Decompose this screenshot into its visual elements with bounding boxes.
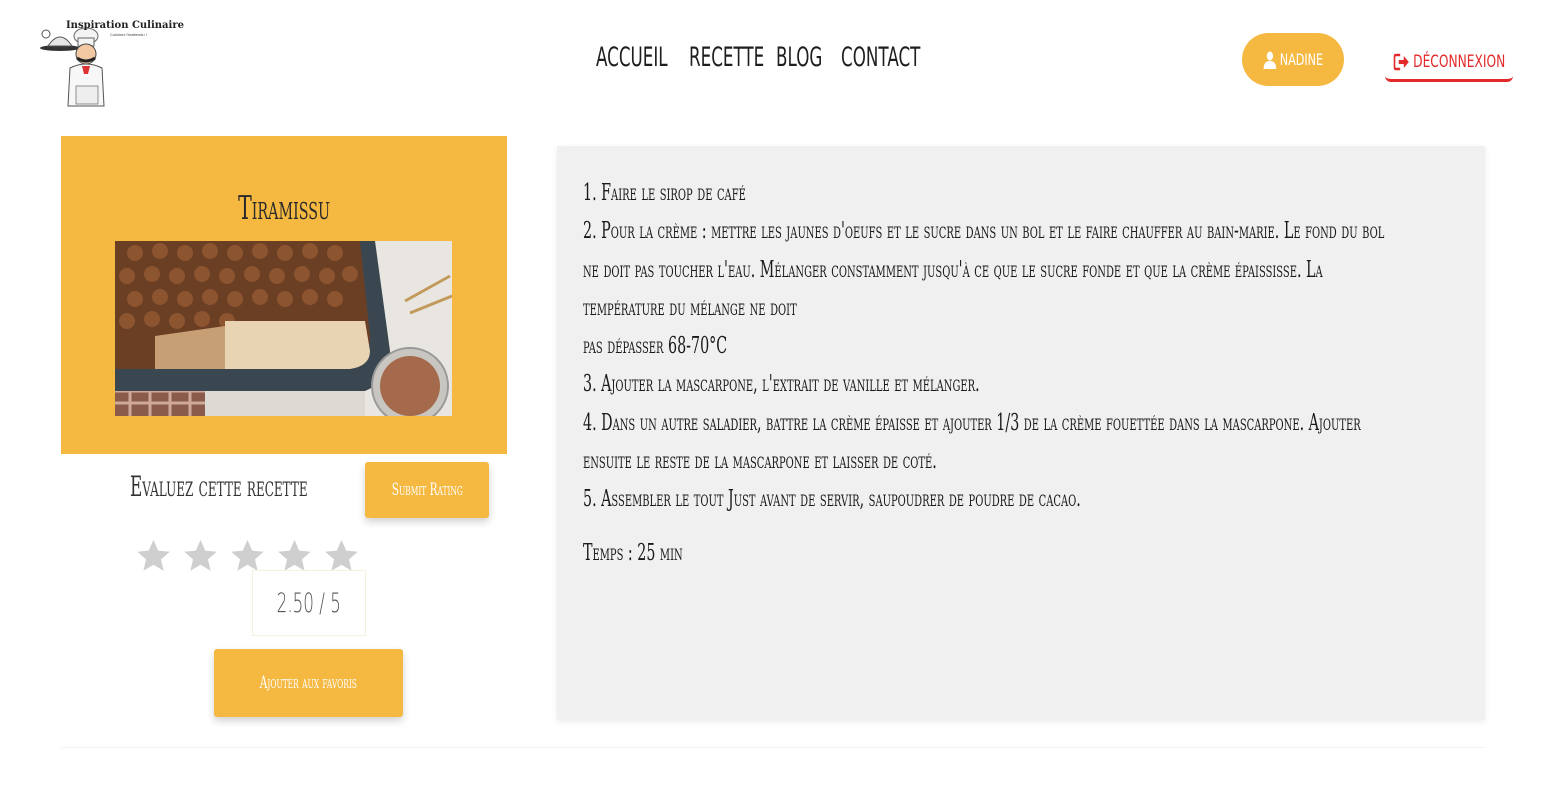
- step-line: 3. Ajouter la mascarpone, l'extrait de v…: [583, 371, 980, 398]
- recipe-title-text: Tiramissu: [238, 188, 330, 227]
- cooking-time-text: Temps : 25 min: [583, 540, 683, 566]
- add-to-favorites-button[interactable]: Ajouter aux favoris: [214, 649, 403, 717]
- recipe-card: Tiramissu: [61, 136, 507, 454]
- submit-rating-button[interactable]: Submit Rating: [365, 462, 489, 518]
- recipe-photo: [115, 241, 452, 416]
- step-line: ne doit pas toucher l'eau. Mélanger cons…: [583, 256, 1323, 283]
- step-line: 2. Pour la crème : mettre les jaunes d'o…: [583, 218, 1385, 245]
- star-2-icon[interactable]: [181, 537, 220, 576]
- logout-label: DÉCONNEXION: [1412, 51, 1505, 72]
- nav-blog[interactable]: BLOG: [776, 42, 851, 78]
- step-line: 5. Assembler le tout Just avant de servi…: [583, 486, 1081, 513]
- step-line: pas dépasser 68-70°C: [583, 333, 728, 360]
- brand-tagline: Cuisinez l'inattendu !: [110, 32, 147, 37]
- nav-item-label: BLOG: [776, 42, 823, 73]
- nav-item-label: RECETTE: [689, 42, 765, 73]
- recipe-title: Tiramissu: [61, 188, 507, 227]
- nav-item-label: ACCUEIL: [596, 42, 668, 73]
- nav-contact[interactable]: CONTACT: [841, 42, 969, 78]
- step-line: ensuite le reste de la mascarpone et lai…: [583, 448, 937, 475]
- star-1-icon[interactable]: [134, 537, 173, 576]
- logout-button[interactable]: DÉCONNEXION: [1385, 44, 1513, 82]
- steps-list: 1. Faire le sirop de café 2. Pour la crè…: [583, 174, 1451, 519]
- nav-item-label: CONTACT: [841, 42, 921, 73]
- site-logo[interactable]: Inspiration Culinaire Cuisinez l'inatten…: [38, 14, 184, 112]
- user-name: NADINE: [1279, 50, 1324, 69]
- rating-score-text: 2.50 / 5: [276, 587, 342, 619]
- footer-divider: [61, 747, 1485, 748]
- step-line: température du mélange ne doit: [583, 294, 797, 321]
- tiramisu-image: [115, 241, 452, 416]
- user-account-button[interactable]: NADINE: [1242, 33, 1344, 86]
- sign-out-icon: [1393, 53, 1409, 70]
- add-to-favorites-label: Ajouter aux favoris: [259, 673, 358, 693]
- step-line: 1. Faire le sirop de café: [583, 180, 746, 206]
- rate-prompt-text: Evaluez cette recette: [130, 470, 308, 503]
- rating-score: 2.50 / 5: [252, 570, 366, 636]
- submit-rating-label: Submit Rating: [391, 480, 463, 500]
- cooking-time: Temps : 25 min: [583, 540, 683, 566]
- brand-name: Inspiration Culinaire: [66, 20, 184, 31]
- user-icon: [1263, 51, 1277, 69]
- recipe-steps-panel: 1. Faire le sirop de café 2. Pour la crè…: [557, 146, 1485, 720]
- step-line: 4. Dans un autre saladier, battre la crè…: [583, 409, 1361, 436]
